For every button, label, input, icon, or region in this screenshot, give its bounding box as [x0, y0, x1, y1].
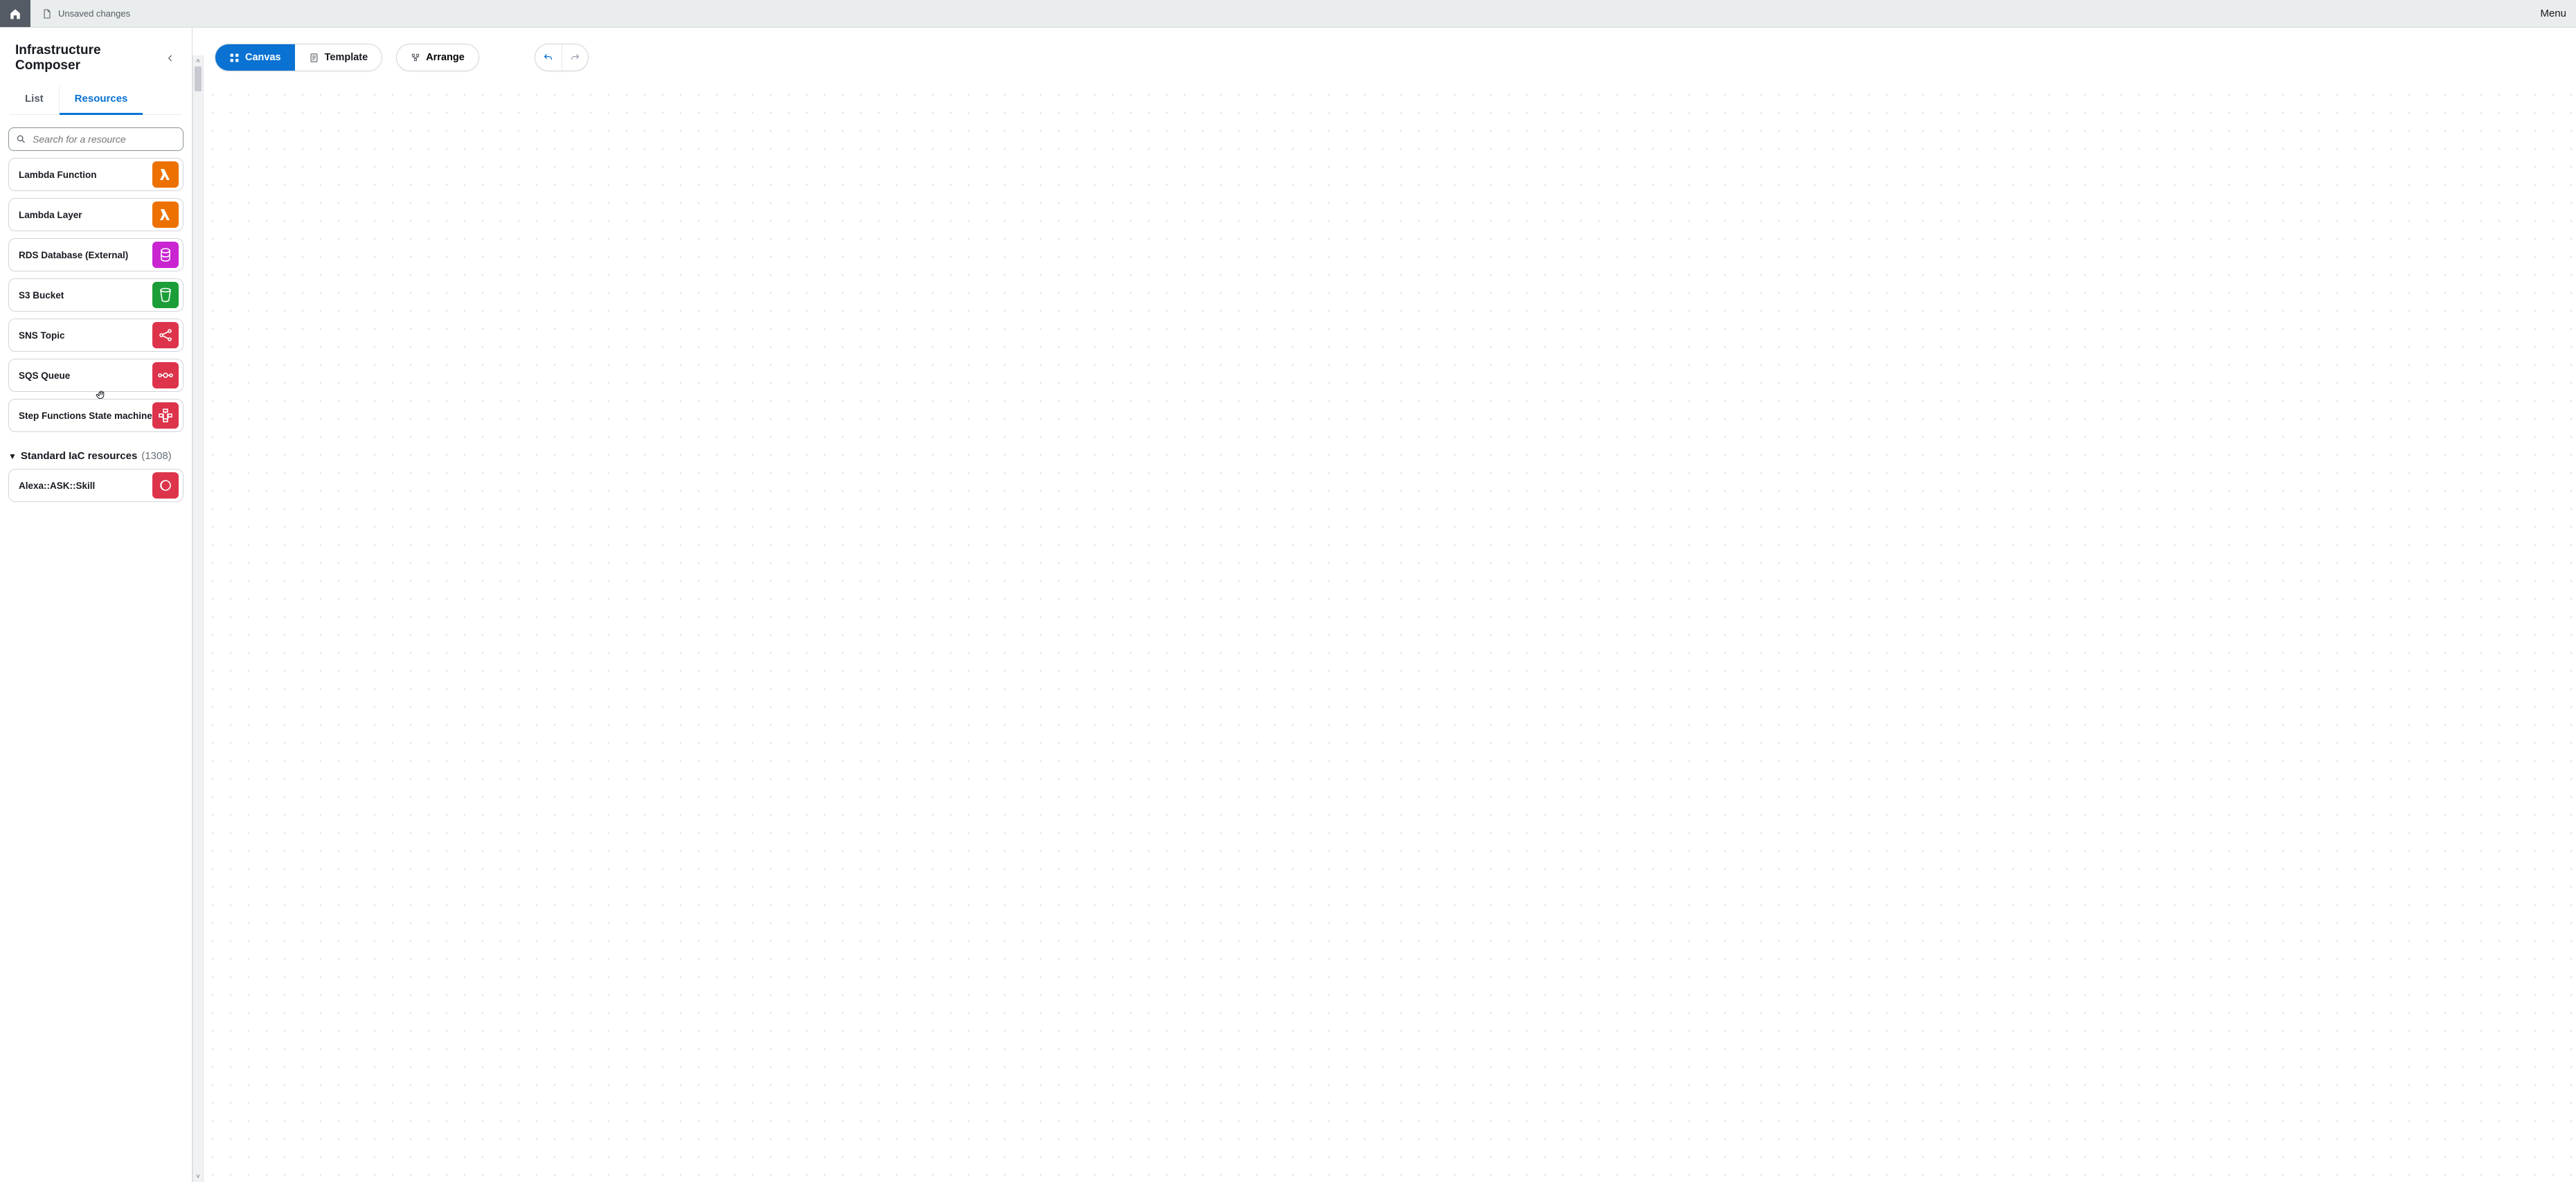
resource-lambda-layer[interactable]: Lambda Layer — [8, 198, 184, 231]
home-icon — [9, 8, 21, 20]
sidebar-scrollbar[interactable]: ˄ ˅ — [193, 55, 204, 1182]
workspace: Canvas Template Arrange — [204, 28, 2576, 1182]
scroll-down-button[interactable]: ˅ — [193, 1171, 203, 1182]
search-icon — [16, 134, 26, 145]
top-bar: Unsaved changes Menu — [0, 0, 2576, 28]
resource-step-functions[interactable]: Step Functions State machine — [8, 399, 184, 432]
template-icon — [309, 53, 319, 63]
sqs-icon — [152, 362, 179, 388]
history-group — [535, 44, 589, 71]
resource-sqs-queue[interactable]: SQS Queue — [8, 359, 184, 392]
main-area: Infrastructure Composer List Resources L… — [0, 28, 2576, 1182]
view-mode-group: Canvas Template — [215, 44, 382, 71]
scroll-track[interactable] — [193, 66, 203, 1171]
stepfunctions-icon — [152, 402, 179, 429]
scroll-up-button[interactable]: ˄ — [193, 55, 203, 66]
template-mode-button[interactable]: Template — [295, 44, 382, 71]
resource-label: Step Functions State machine — [19, 411, 152, 421]
unsaved-changes-label: Unsaved changes — [58, 8, 130, 19]
home-button[interactable] — [0, 0, 30, 27]
resource-label: Lambda Function — [19, 170, 152, 180]
resource-label: SQS Queue — [19, 370, 152, 381]
unsaved-changes-indicator: Unsaved changes — [30, 0, 141, 27]
resource-alexa-skill[interactable]: Alexa::ASK::Skill — [8, 469, 184, 502]
chevron-left-icon — [166, 53, 175, 63]
sidebar-tabs: List Resources — [10, 86, 182, 115]
resource-sns-topic[interactable]: SNS Topic — [8, 319, 184, 352]
undo-button[interactable] — [535, 44, 562, 71]
menu-button[interactable]: Menu — [2530, 0, 2576, 27]
resource-rds-database[interactable]: RDS Database (External) — [8, 238, 184, 271]
caret-down-icon: ▼ — [8, 451, 17, 461]
canvas-toolbar: Canvas Template Arrange — [204, 28, 2576, 76]
resource-s3-bucket[interactable]: S3 Bucket — [8, 278, 184, 312]
lambda-icon — [152, 161, 179, 188]
search-input[interactable] — [33, 134, 176, 145]
database-icon — [152, 242, 179, 268]
canvas-mode-button[interactable]: Canvas — [215, 44, 295, 71]
resource-list: Lambda Function Lambda Layer RDS Databas… — [0, 158, 192, 523]
sidebar: Infrastructure Composer List Resources L… — [0, 28, 193, 1182]
resource-lambda-function[interactable]: Lambda Function — [8, 158, 184, 191]
tab-resources[interactable]: Resources — [60, 86, 143, 115]
topbar-spacer — [141, 0, 2530, 27]
arrange-icon — [411, 53, 420, 62]
collapse-sidebar-button[interactable] — [161, 48, 179, 68]
arrange-button[interactable]: Arrange — [396, 44, 479, 71]
sns-icon — [152, 322, 179, 348]
tab-list[interactable]: List — [10, 86, 60, 114]
sidebar-title: Infrastructure Composer — [15, 43, 161, 73]
sidebar-header: Infrastructure Composer — [0, 28, 192, 79]
resource-label: S3 Bucket — [19, 290, 152, 301]
scroll-thumb[interactable] — [195, 66, 202, 91]
resource-label: SNS Topic — [19, 330, 152, 341]
resource-label: RDS Database (External) — [19, 250, 152, 260]
resource-search[interactable] — [8, 127, 184, 151]
file-icon — [42, 8, 53, 19]
undo-icon — [543, 53, 553, 63]
redo-icon — [570, 53, 580, 63]
canvas-icon — [229, 53, 240, 63]
redo-button[interactable] — [562, 44, 588, 71]
canvas-surface[interactable] — [204, 86, 2576, 1182]
lambda-icon — [152, 202, 179, 228]
resource-label: Alexa::ASK::Skill — [19, 481, 152, 491]
alexa-icon — [152, 472, 179, 499]
section-standard-iac[interactable]: ▼ Standard IaC resources (1308) — [8, 439, 184, 469]
resource-label: Lambda Layer — [19, 210, 152, 220]
bucket-icon — [152, 282, 179, 308]
